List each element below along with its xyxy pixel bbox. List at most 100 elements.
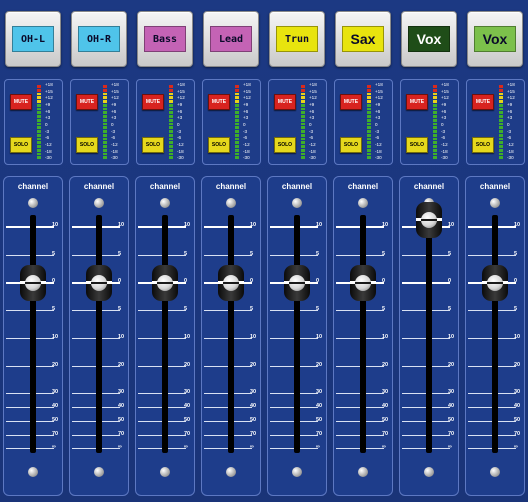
fader-cap-ring <box>157 275 173 291</box>
fader-cap[interactable] <box>482 265 508 301</box>
channel-title: channel <box>215 182 247 191</box>
meter-scale-label: +12 <box>507 95 515 101</box>
trim-knob-icon[interactable] <box>490 198 500 208</box>
solo-button[interactable]: SOLO <box>406 137 428 153</box>
bottom-knob-icon[interactable] <box>424 467 434 477</box>
channel-label-button[interactable]: OH-L <box>5 11 61 67</box>
channel-label-button[interactable]: Trun <box>269 11 325 67</box>
meter-scale-label: -6 <box>177 135 182 141</box>
solo-button[interactable]: SOLO <box>274 137 296 153</box>
meter-segment <box>433 148 437 152</box>
meter-scale-label: +18 <box>507 82 515 87</box>
channel-label-button[interactable]: Sax <box>335 11 391 67</box>
fader-scale-label: 30 <box>250 389 257 395</box>
meter-segment <box>37 141 41 144</box>
trim-knob-icon[interactable] <box>292 198 302 208</box>
meter-segment <box>301 111 305 114</box>
meter-scale-label: -6 <box>111 135 116 141</box>
fader-cap[interactable] <box>350 265 376 301</box>
meter-segment <box>433 152 437 156</box>
trim-knob-icon[interactable] <box>160 198 170 208</box>
mute-button[interactable]: MUTE <box>472 94 494 110</box>
solo-button[interactable]: SOLO <box>340 137 362 153</box>
meter-scale-label: -30 <box>441 155 448 161</box>
meter-scale-label: -30 <box>111 155 118 161</box>
meter-segment <box>367 111 371 114</box>
channel-label-button[interactable]: OH-R <box>71 11 127 67</box>
fader-track <box>294 215 300 453</box>
meter-scale: +18 +15 +12 +9 +6 +3 0 -3 -6 -12 -18 -30 <box>177 82 195 161</box>
mute-button[interactable]: MUTE <box>142 94 164 110</box>
meter-segment <box>433 137 437 141</box>
meter-segment <box>301 156 305 159</box>
fader-scale-label: 20 <box>382 362 389 368</box>
meter-segment <box>169 133 173 137</box>
meter-scale-label: +15 <box>309 88 317 94</box>
trim-knob-icon[interactable] <box>226 198 236 208</box>
meter-scale-label: +12 <box>177 95 185 101</box>
bottom-knob-icon[interactable] <box>292 467 302 477</box>
meter-segment <box>235 103 239 107</box>
meter-scale-label: +12 <box>441 95 449 101</box>
fader-cap[interactable] <box>218 265 244 301</box>
fader-cap[interactable] <box>152 265 178 301</box>
mute-button[interactable]: MUTE <box>76 94 98 110</box>
fader-cap[interactable] <box>284 265 310 301</box>
channel-label-button[interactable]: Bass <box>137 11 193 67</box>
mute-button[interactable]: MUTE <box>10 94 32 110</box>
channel-label-button[interactable]: Vox <box>467 11 523 67</box>
mute-button[interactable]: MUTE <box>406 94 428 110</box>
channel-label-button[interactable]: Vox <box>401 11 457 67</box>
fader-scale-label: 0 <box>250 278 254 284</box>
solo-button[interactable]: SOLO <box>208 137 230 153</box>
meter-scale-label: -3 <box>441 128 446 134</box>
bottom-knob-icon[interactable] <box>94 467 104 477</box>
mute-button[interactable]: MUTE <box>274 94 296 110</box>
trim-knob-icon[interactable] <box>358 198 368 208</box>
meter-segment <box>169 107 173 111</box>
fader-cap-ring <box>421 212 437 228</box>
solo-button[interactable]: SOLO <box>76 137 98 153</box>
bottom-knob-icon[interactable] <box>358 467 368 477</box>
meter-segment <box>367 100 371 103</box>
fader-track <box>360 215 366 453</box>
meter-scale-label: -30 <box>309 155 316 161</box>
fader-scale-label: 50 <box>382 417 389 423</box>
bottom-knob-icon[interactable] <box>226 467 236 477</box>
fader-scale-label: 0 <box>184 278 188 284</box>
level-meter <box>433 85 437 159</box>
mute-button[interactable]: MUTE <box>208 94 230 110</box>
meter-segment <box>103 115 107 118</box>
fader-scale-label: 5 <box>52 251 56 257</box>
solo-button[interactable]: SOLO <box>10 137 32 153</box>
fader-scale-label: 10 <box>316 222 323 228</box>
meter-segment <box>103 141 107 144</box>
mute-solo-meter-panel: MUTE SOLO +18 +15 +12 +9 +6 +3 0 -3 -6 -12 -18 -30 <box>466 79 525 165</box>
mute-button[interactable]: MUTE <box>340 94 362 110</box>
fader-scale-label: 50 <box>184 417 191 423</box>
meter-scale-label: +15 <box>111 88 119 94</box>
meter-scale-label: -12 <box>309 142 316 148</box>
meter-scale-label: -30 <box>177 155 184 161</box>
meter-scale-label: +3 <box>177 115 183 121</box>
channel-strip: OH-R MUTE SOLO +18 +15 +12 +9 +6 +3 0 -3 -6 -12 -18 -3… <box>66 0 132 502</box>
trim-knob-icon[interactable] <box>28 198 38 208</box>
bottom-knob-icon[interactable] <box>490 467 500 477</box>
fader-cap[interactable] <box>20 265 46 301</box>
fader-cap[interactable] <box>86 265 112 301</box>
bottom-knob-icon[interactable] <box>160 467 170 477</box>
fader-scale-label: 30 <box>52 389 59 395</box>
channel-strip: OH-L MUTE SOLO +18 +15 +12 +9 +6 +3 0 -3 -6 -12 -18 -3… <box>0 0 66 502</box>
solo-button[interactable]: SOLO <box>472 137 494 153</box>
bottom-knob-icon[interactable] <box>28 467 38 477</box>
fader-cap[interactable] <box>416 202 442 238</box>
fader-scale-label: 0 <box>448 278 452 284</box>
trim-knob-icon[interactable] <box>94 198 104 208</box>
meter-segment <box>499 145 503 148</box>
fader-scale-label: 30 <box>382 389 389 395</box>
channel-label-button[interactable]: Lead <box>203 11 259 67</box>
meter-segment <box>169 92 173 96</box>
fader-scale-label: 50 <box>316 417 323 423</box>
meter-scale-label: -3 <box>507 128 512 134</box>
solo-button[interactable]: SOLO <box>142 137 164 153</box>
